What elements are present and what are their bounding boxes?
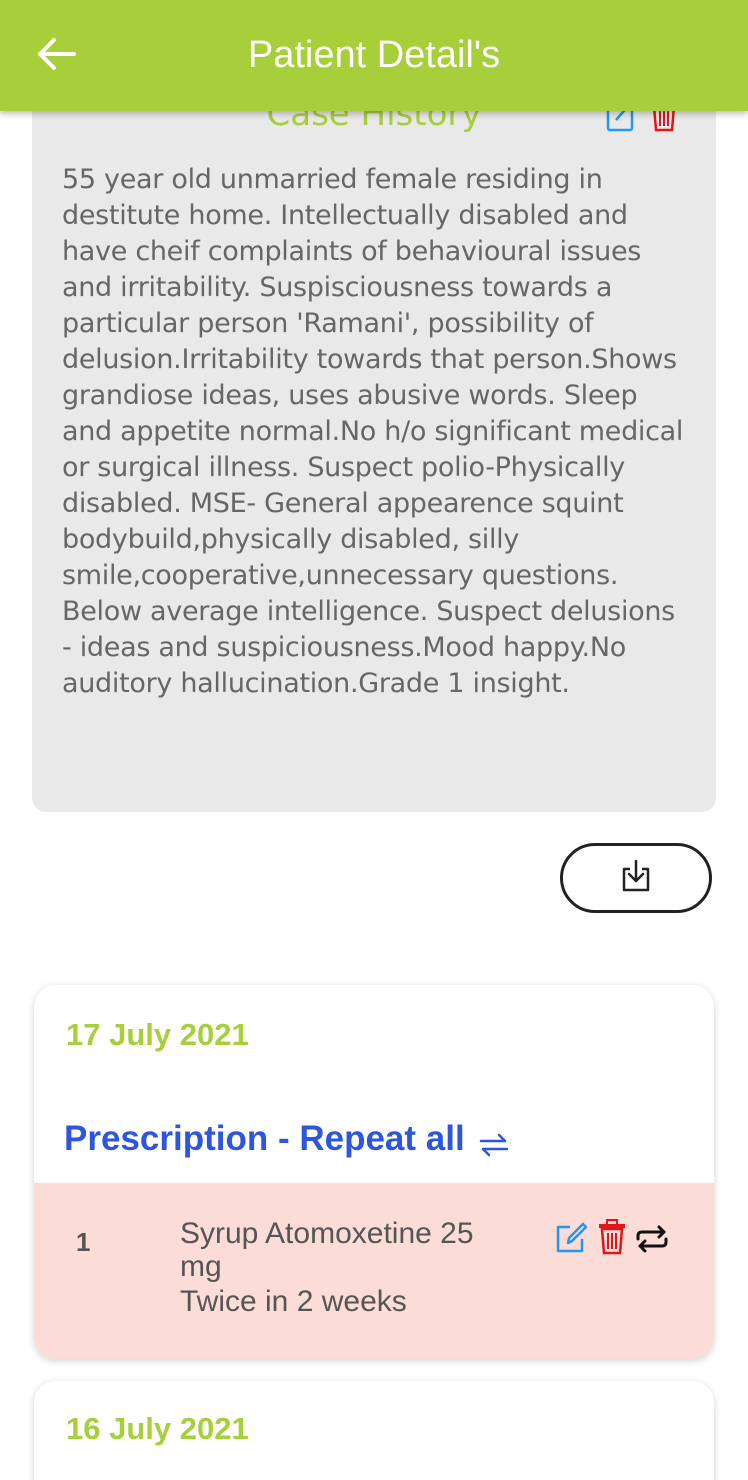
edit-icon[interactable] <box>554 1221 588 1255</box>
download-button[interactable] <box>560 843 712 913</box>
prescription-card: 17 July 2021 Prescription - Repeat all 1… <box>34 985 714 1359</box>
row-number: 1 <box>76 1227 91 1257</box>
case-history-card: Case History 55 year old unmarried femal… <box>32 60 716 812</box>
app-bar: Patient Detail's <box>0 0 748 111</box>
prescription-heading[interactable]: Prescription - Repeat all <box>64 1119 465 1159</box>
medicine-frequency: Twice in 2 weeks <box>180 1285 407 1318</box>
repeat-icon[interactable] <box>634 1225 670 1253</box>
repeat-all-prescription[interactable]: Prescription - Repeat all <box>64 1119 511 1159</box>
case-history-text: 55 year old unmarried female residing in… <box>62 164 684 699</box>
prescription-date: 16 July 2021 <box>66 1411 249 1446</box>
trash-icon[interactable] <box>596 1219 628 1255</box>
prescription-card: 16 July 2021 <box>34 1381 714 1480</box>
page-title: Patient Detail's <box>247 34 501 76</box>
prescription-date: 17 July 2021 <box>66 1017 249 1052</box>
prescription-row: 1 Syrup Atomoxetine 25 mg Twice in 2 wee… <box>34 1183 714 1359</box>
medicine-name: Syrup Atomoxetine 25 mg <box>180 1217 474 1283</box>
repeat-icon[interactable] <box>477 1126 511 1157</box>
download-icon <box>621 859 651 898</box>
